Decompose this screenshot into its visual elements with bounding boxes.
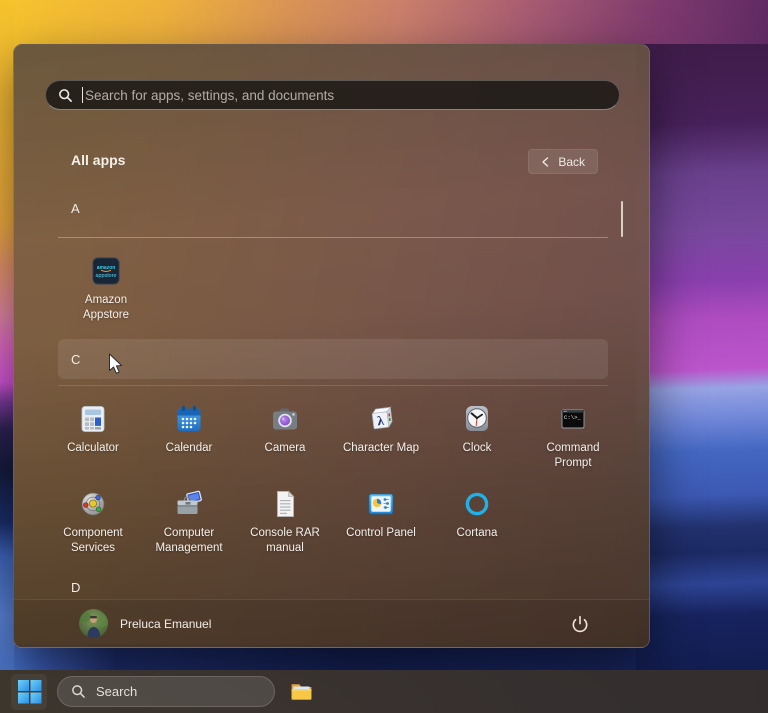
app-grid: Calculator Calendar Camera λ Character M… (45, 398, 621, 568)
taskbar-search-label: Search (96, 684, 138, 699)
calculator-icon (81, 406, 105, 432)
section-divider (58, 237, 608, 238)
app-cortana[interactable]: Cortana (433, 483, 521, 568)
text-caret (82, 87, 83, 103)
avatar-photo (79, 609, 108, 638)
power-button[interactable] (564, 608, 596, 640)
back-button[interactable]: Back (528, 149, 598, 174)
app-label: Calculator (67, 442, 119, 454)
calendar-icon (177, 406, 201, 431)
computer-management-icon (177, 490, 202, 514)
component-services-icon (81, 492, 105, 516)
amazon-appstore-icon: amazon appstore (92, 257, 120, 285)
search-input[interactable]: Search for apps, settings, and documents (45, 80, 620, 110)
section-divider (58, 385, 608, 386)
file-explorer-button[interactable] (284, 675, 318, 709)
page-title: All apps (71, 152, 126, 168)
cortana-icon (465, 492, 489, 516)
svg-text:amazon: amazon (97, 265, 116, 271)
section-header-c-row[interactable]: C (58, 339, 608, 379)
command-prompt-icon: C:\>_ (561, 409, 585, 429)
section-header-a[interactable]: A (71, 201, 80, 216)
app-computer-management[interactable]: Computer Management (145, 483, 233, 568)
search-icon (72, 685, 85, 698)
search-placeholder: Search for apps, settings, and documents (85, 87, 335, 103)
app-calculator[interactable]: Calculator (49, 398, 137, 483)
app-amazon-appstore[interactable]: amazon appstore Amazon Appstore (62, 256, 150, 323)
section-header-c: C (71, 351, 81, 367)
taskbar: Search (0, 670, 768, 713)
app-command-prompt[interactable]: C:\>_ Command Prompt (529, 398, 617, 483)
back-button-label: Back (558, 154, 585, 169)
svg-text:C:\>_: C:\>_ (564, 414, 581, 421)
app-label: Computer Management (155, 527, 223, 554)
app-camera[interactable]: Camera (241, 398, 329, 483)
mouse-cursor (109, 353, 122, 374)
wallpaper-bands-left (0, 0, 14, 670)
app-clock[interactable]: Clock (433, 398, 521, 483)
start-menu-footer: Preluca Emanuel (14, 599, 649, 647)
app-label: Amazon Appstore (82, 294, 130, 321)
document-icon (277, 490, 295, 517)
wallpaper-bands-right (636, 44, 768, 670)
chevron-left-icon (542, 156, 549, 167)
app-character-map[interactable]: λ Character Map (337, 398, 425, 483)
app-label: Command Prompt (546, 442, 600, 469)
file-explorer-icon (291, 684, 311, 700)
app-component-services[interactable]: Component Services (49, 483, 137, 568)
app-label: Camera (264, 442, 306, 454)
start-menu-panel: Search for apps, settings, and documents… (13, 44, 650, 648)
app-label: Cortana (456, 527, 498, 539)
scrollbar-thumb[interactable] (620, 201, 623, 237)
user-avatar[interactable] (79, 609, 108, 638)
taskbar-search[interactable]: Search (57, 676, 275, 707)
start-button[interactable] (11, 673, 47, 710)
windows-start-icon (17, 680, 41, 704)
power-icon (572, 615, 588, 633)
app-label: Character Map (342, 442, 420, 454)
app-label: Component Services (63, 527, 123, 554)
user-name[interactable]: Preluca Emanuel (120, 617, 211, 631)
app-label: Control Panel (346, 527, 416, 539)
character-map-icon: λ (371, 406, 393, 430)
search-icon (59, 88, 72, 102)
app-calendar[interactable]: Calendar (145, 398, 233, 483)
app-label: Calendar (165, 442, 213, 454)
camera-icon (273, 408, 297, 430)
svg-text:appstore: appstore (96, 273, 117, 279)
control-panel-icon (368, 493, 394, 515)
app-label: Console RAR manual (250, 527, 320, 554)
app-label: Clock (462, 442, 492, 454)
app-control-panel[interactable]: Control Panel (337, 483, 425, 568)
app-console-rar-manual[interactable]: Console RAR manual (241, 483, 329, 568)
clock-icon (466, 406, 488, 431)
section-header-d[interactable]: D (71, 580, 80, 595)
